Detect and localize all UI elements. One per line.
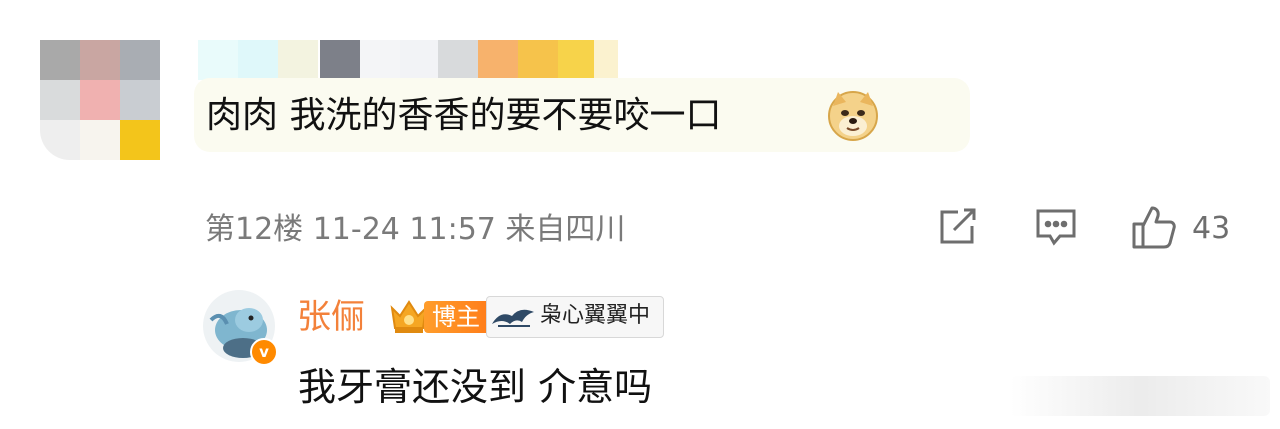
doge-emoji-icon [828, 91, 878, 141]
comment-icon[interactable] [1034, 206, 1078, 248]
fan-badge-text: 枭心翼翼中 [540, 303, 651, 328]
reply-username[interactable]: 张俪 [297, 291, 365, 343]
comment-meta: 第12楼 11-24 11:57 来自四川 [205, 212, 626, 247]
comment-text: 肉肉 我洗的香香的要不要咬一口 [206, 95, 722, 136]
thumbs-up-icon[interactable] [1130, 204, 1178, 250]
blogger-tag: 博主 [424, 301, 490, 333]
watermark [1010, 376, 1270, 416]
commenter-name-pixelated[interactable] [198, 40, 618, 80]
reply-text: 我牙膏还没到 介意吗 [298, 365, 653, 409]
verified-badge-icon: v [250, 338, 278, 366]
share-icon[interactable] [936, 206, 978, 248]
like-count: 43 [1192, 211, 1231, 246]
commenter-avatar-pixelated[interactable] [40, 40, 160, 160]
fan-badge-logo-icon [492, 309, 534, 327]
